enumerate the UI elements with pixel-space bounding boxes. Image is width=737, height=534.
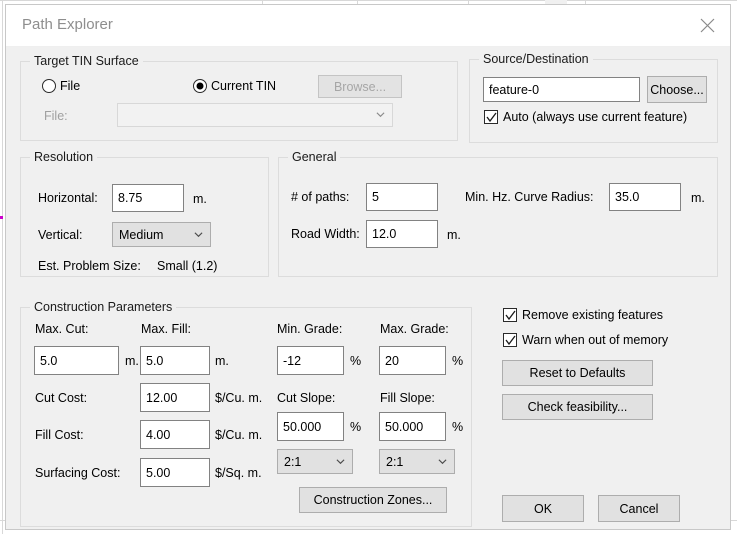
warn-out-of-memory-indicator <box>503 333 517 347</box>
remove-existing-features-label: Remove existing features <box>522 308 664 322</box>
auto-checkbox-indicator <box>484 110 498 124</box>
page-title: Path Explorer <box>22 16 113 33</box>
min-grade-label: Min. Grade: <box>277 322 343 336</box>
cancel-button[interactable]: Cancel <box>598 495 680 522</box>
group-title-general: General <box>288 150 341 164</box>
radio-file-label: File <box>60 79 81 93</box>
file-combo[interactable] <box>117 103 393 127</box>
choose-button[interactable]: Choose... <box>647 76 707 103</box>
vertical-label: Vertical: <box>38 228 83 242</box>
min-grade-input[interactable]: -12 <box>277 346 344 375</box>
chevron-down-icon <box>438 458 447 464</box>
check-icon <box>505 335 516 346</box>
paths-input[interactable]: 5 <box>366 183 438 211</box>
road-width-label: Road Width: <box>291 227 360 241</box>
construction-parameters-group: Construction Parameters Max. Cut: Max. F… <box>20 300 472 527</box>
ok-button[interactable]: OK <box>502 495 584 522</box>
surfacing-cost-label: Surfacing Cost: <box>35 466 121 480</box>
curve-radius-unit: m. <box>691 191 705 205</box>
chevron-down-icon <box>194 231 203 237</box>
chevron-down-icon <box>376 112 385 118</box>
check-icon <box>505 310 516 321</box>
max-cut-unit: m. <box>125 354 139 368</box>
file-label: File: <box>44 109 68 123</box>
warn-out-of-memory-label: Warn when out of memory <box>522 333 669 347</box>
general-group: General # of paths: 5 Road Width: 12.0 m… <box>278 150 718 277</box>
fill-slope-ratio-value: 2:1 <box>386 454 404 469</box>
bg-marker <box>0 216 3 219</box>
source-destination-group: Source/Destination feature-0 Choose... A… <box>469 52 718 143</box>
cut-slope-ratio-combo[interactable]: 2:1 <box>277 449 353 474</box>
group-title-target-tin: Target TIN Surface <box>30 54 143 68</box>
radio-current-tin-label: Current TIN <box>211 79 277 93</box>
max-fill-label: Max. Fill: <box>141 322 191 336</box>
fill-cost-input[interactable]: 4.00 <box>140 420 210 449</box>
group-title-source-destination: Source/Destination <box>479 52 593 66</box>
title-bar: Path Explorer <box>6 5 730 47</box>
max-cut-input[interactable]: 5.0 <box>34 346 119 375</box>
fill-slope-ratio-combo[interactable]: 2:1 <box>379 449 455 474</box>
group-title-construction: Construction Parameters <box>30 300 177 314</box>
feature-input[interactable]: feature-0 <box>483 77 640 102</box>
target-tin-surface-group: Target TIN Surface File Current TIN Brow… <box>20 54 458 141</box>
group-title-resolution: Resolution <box>30 150 98 164</box>
construction-zones-button[interactable]: Construction Zones... <box>299 487 447 513</box>
cut-slope-ratio-value: 2:1 <box>284 454 302 469</box>
cut-cost-label: Cut Cost: <box>35 391 88 405</box>
radio-current-tin[interactable]: Current TIN <box>193 79 276 93</box>
max-grade-input[interactable]: 20 <box>379 346 446 375</box>
auto-checkbox-label: Auto (always use current feature) <box>503 110 688 124</box>
vertical-combo[interactable]: Medium <box>112 222 211 247</box>
bg-divider <box>2 0 3 534</box>
road-width-input[interactable]: 12.0 <box>366 220 438 248</box>
horizontal-input[interactable]: 8.75 <box>112 184 184 212</box>
warn-out-of-memory-checkbox[interactable]: Warn when out of memory <box>503 333 668 347</box>
road-width-unit: m. <box>447 228 461 242</box>
path-explorer-dialog: Path Explorer Target TIN Surface File Cu… <box>5 4 731 530</box>
screen: Path Explorer Target TIN Surface File Cu… <box>0 0 737 534</box>
close-glyph <box>700 18 715 33</box>
vertical-combo-value: Medium <box>119 227 164 242</box>
bg-divider <box>0 0 737 1</box>
chevron-down-icon <box>336 458 345 464</box>
max-grade-label: Max. Grade: <box>380 322 449 336</box>
max-grade-unit: % <box>452 354 464 368</box>
min-grade-unit: % <box>350 354 362 368</box>
surfacing-cost-unit: $/Sq. m. <box>215 466 262 480</box>
fill-slope-unit: % <box>452 420 464 434</box>
max-fill-unit: m. <box>215 354 229 368</box>
radio-file[interactable]: File <box>42 79 80 93</box>
curve-radius-input[interactable]: 35.0 <box>609 183 681 211</box>
radio-current-tin-indicator <box>193 79 207 93</box>
problem-size-label: Est. Problem Size: <box>38 259 141 273</box>
cut-slope-unit: % <box>350 420 362 434</box>
fill-slope-label: Fill Slope: <box>380 391 435 405</box>
check-feasibility-button[interactable]: Check feasibility... <box>502 394 653 420</box>
cut-cost-unit: $/Cu. m. <box>215 391 263 405</box>
max-cut-label: Max. Cut: <box>35 322 89 336</box>
cut-slope-input[interactable]: 50.000 <box>277 412 344 441</box>
remove-existing-features-checkbox[interactable]: Remove existing features <box>503 308 663 322</box>
reset-to-defaults-button[interactable]: Reset to Defaults <box>502 360 653 386</box>
max-fill-input[interactable]: 5.0 <box>140 346 210 375</box>
horizontal-unit: m. <box>193 192 207 206</box>
curve-radius-label: Min. Hz. Curve Radius: <box>465 190 594 204</box>
auto-checkbox[interactable]: Auto (always use current feature) <box>484 110 687 124</box>
cut-slope-label: Cut Slope: <box>277 391 336 405</box>
browse-button[interactable]: Browse... <box>318 75 402 98</box>
fill-slope-input[interactable]: 50.000 <box>379 412 446 441</box>
horizontal-label: Horizontal: <box>38 191 98 205</box>
radio-file-indicator <box>42 79 56 93</box>
resolution-group: Resolution Horizontal: 8.75 m. Vertical:… <box>20 150 269 277</box>
problem-size-value: Small (1.2) <box>157 259 218 273</box>
remove-existing-features-indicator <box>503 308 517 322</box>
surfacing-cost-input[interactable]: 5.00 <box>140 458 210 487</box>
close-icon[interactable] <box>685 5 730 46</box>
paths-label: # of paths: <box>291 190 350 204</box>
fill-cost-label: Fill Cost: <box>35 428 84 442</box>
cut-cost-input[interactable]: 12.00 <box>140 383 210 412</box>
fill-cost-unit: $/Cu. m. <box>215 428 263 442</box>
check-icon <box>486 112 497 123</box>
